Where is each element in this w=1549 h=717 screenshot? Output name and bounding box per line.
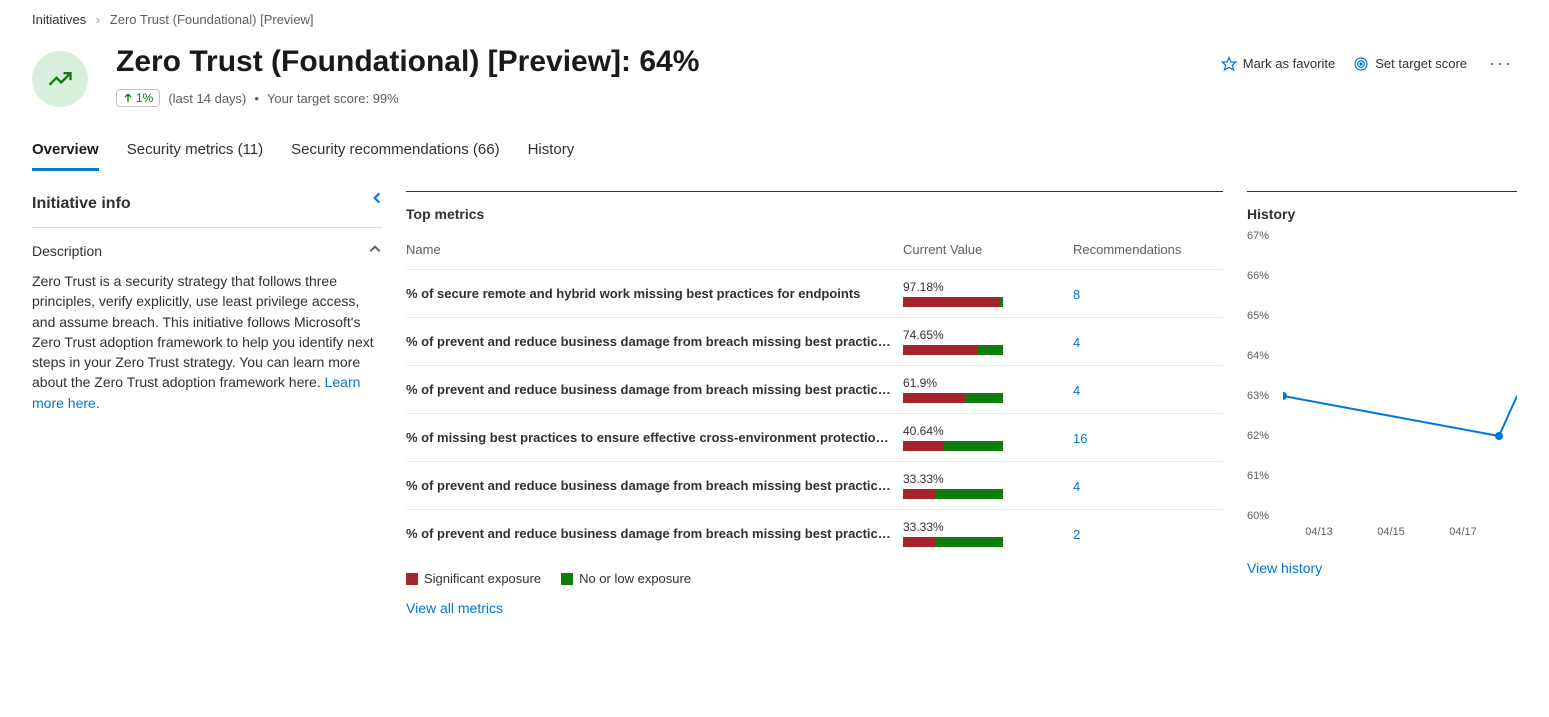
recommendations-link[interactable]: 4	[1073, 383, 1080, 398]
y-axis-tick: 61%	[1247, 470, 1269, 482]
recommendations-link[interactable]: 4	[1073, 335, 1080, 350]
trend-badge: 1%	[116, 89, 160, 107]
arrow-up-icon	[123, 93, 133, 103]
metric-value: 33.33%	[903, 520, 1073, 547]
history-panel: History 67% 66% 65% 64% 63% 62% 61% 60% 04/13 04/…	[1247, 191, 1517, 616]
initiative-info-panel: Initiative info Description Zero Trust i…	[32, 191, 382, 616]
metric-name: % of prevent and reduce business damage …	[406, 478, 903, 493]
table-row[interactable]: % of prevent and reduce business damage …	[406, 509, 1223, 557]
breadcrumb-current: Zero Trust (Foundational) [Preview]	[110, 12, 314, 27]
y-axis-tick: 64%	[1247, 350, 1269, 362]
metric-name: % of secure remote and hybrid work missi…	[406, 286, 903, 301]
trend-period: (last 14 days)	[168, 91, 246, 106]
more-actions-button[interactable]: ···	[1485, 53, 1517, 74]
y-axis-tick: 62%	[1247, 430, 1269, 442]
description-toggle[interactable]: Description	[32, 242, 382, 259]
top-metrics-title: Top metrics	[406, 206, 1223, 222]
table-row[interactable]: % of prevent and reduce business damage …	[406, 317, 1223, 365]
separator-dot: •	[254, 91, 259, 106]
legend-significant: Significant exposure	[406, 571, 541, 586]
metric-value: 74.65%	[903, 328, 1073, 355]
metric-name: % of prevent and reduce business damage …	[406, 526, 903, 541]
top-metrics-panel: Top metrics Name Current Value Recommend…	[406, 191, 1223, 616]
y-axis-tick: 63%	[1247, 390, 1269, 402]
history-title: History	[1247, 206, 1517, 222]
table-row[interactable]: % of missing best practices to ensure ef…	[406, 413, 1223, 461]
y-axis-tick: 66%	[1247, 270, 1269, 282]
star-icon	[1221, 56, 1237, 72]
view-all-metrics-link[interactable]: View all metrics	[406, 600, 503, 616]
info-panel-title: Initiative info	[32, 195, 382, 213]
metric-name: % of missing best practices to ensure ef…	[406, 430, 903, 445]
y-axis-tick: 67%	[1247, 230, 1269, 242]
breadcrumb: Initiatives › Zero Trust (Foundational) …	[32, 12, 1517, 27]
target-score-text: Your target score: 99%	[267, 91, 399, 106]
table-row[interactable]: % of prevent and reduce business damage …	[406, 365, 1223, 413]
description-text: Zero Trust is a security strategy that f…	[32, 271, 382, 413]
col-header-value: Current Value	[903, 242, 1073, 257]
table-row[interactable]: % of prevent and reduce business damage …	[406, 461, 1223, 509]
col-header-name: Name	[406, 242, 903, 257]
swatch-red-icon	[406, 573, 418, 585]
collapse-panel-button[interactable]	[366, 187, 388, 214]
view-history-link[interactable]: View history	[1247, 560, 1322, 576]
description-label: Description	[32, 243, 102, 259]
x-axis-tick: 04/15	[1377, 526, 1405, 538]
tab-history[interactable]: History	[528, 135, 575, 171]
history-chart: 67%66%65%64%63%62%61%60%04/1304/1504/17	[1247, 236, 1517, 546]
metric-value: 97.18%	[903, 280, 1073, 307]
chevron-right-icon: ›	[96, 12, 100, 27]
divider	[32, 227, 382, 228]
legend-low: No or low exposure	[561, 571, 691, 586]
recommendations-link[interactable]: 4	[1073, 479, 1080, 494]
chevron-left-icon	[370, 191, 384, 205]
x-axis-tick: 04/13	[1305, 526, 1333, 538]
swatch-green-icon	[561, 573, 573, 585]
recommendations-link[interactable]: 8	[1073, 287, 1080, 302]
recommendations-link[interactable]: 16	[1073, 431, 1087, 446]
tab-security-recommendations[interactable]: Security recommendations (66)	[291, 135, 499, 171]
tab-overview[interactable]: Overview	[32, 135, 99, 171]
chart-plot	[1283, 236, 1517, 516]
breadcrumb-root[interactable]: Initiatives	[32, 12, 86, 27]
metric-name: % of prevent and reduce business damage …	[406, 382, 903, 397]
tabs: Overview Security metrics (11) Security …	[32, 135, 1517, 171]
table-row[interactable]: % of secure remote and hybrid work missi…	[406, 269, 1223, 317]
y-axis-tick: 60%	[1247, 510, 1269, 522]
x-axis-tick: 04/17	[1449, 526, 1477, 538]
initiative-icon	[32, 51, 88, 107]
col-header-recs: Recommendations	[1073, 242, 1223, 257]
chevron-up-icon	[368, 242, 382, 259]
metric-value: 61.9%	[903, 376, 1073, 403]
tab-security-metrics[interactable]: Security metrics (11)	[127, 135, 263, 171]
set-target-button[interactable]: Set target score	[1353, 56, 1467, 72]
mark-favorite-button[interactable]: Mark as favorite	[1221, 56, 1335, 72]
metric-name: % of prevent and reduce business damage …	[406, 334, 903, 349]
metric-value: 33.33%	[903, 472, 1073, 499]
metric-value: 40.64%	[903, 424, 1073, 451]
recommendations-link[interactable]: 2	[1073, 527, 1080, 542]
y-axis-tick: 65%	[1247, 310, 1269, 322]
page-title: Zero Trust (Foundational) [Preview]: 64%	[116, 45, 1221, 79]
target-icon	[1353, 56, 1369, 72]
